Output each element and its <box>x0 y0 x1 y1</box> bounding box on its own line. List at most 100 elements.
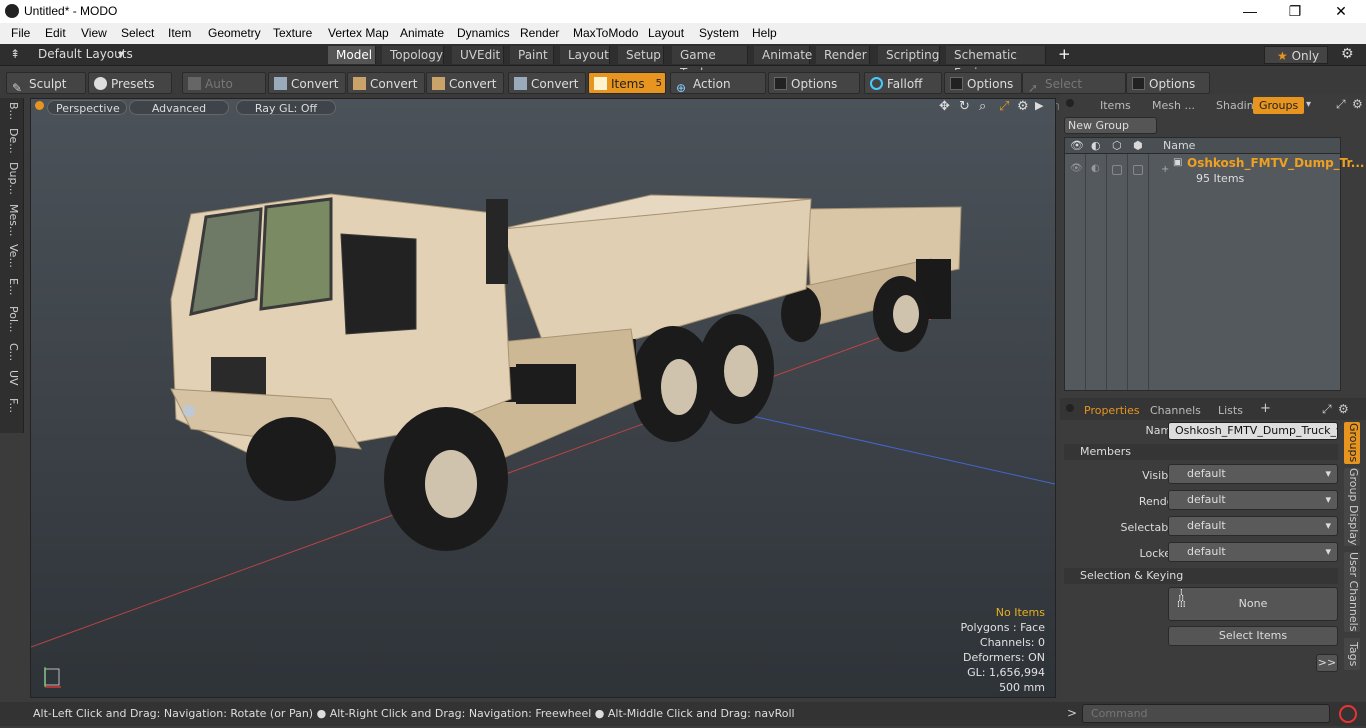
tab-layout[interactable]: Layout <box>560 46 610 64</box>
convert-button-1[interactable]: Convert <box>268 72 346 94</box>
convert-button-4[interactable]: Convert <box>508 72 586 94</box>
expand-icon[interactable]: ⤢ <box>1336 97 1346 112</box>
presets-button[interactable]: Presets F6 <box>88 72 172 113</box>
gear-icon[interactable]: ⚙ <box>1341 46 1354 62</box>
falloff-options-button[interactable]: Options <box>944 72 1022 94</box>
tab-paint[interactable]: Paint <box>510 46 554 64</box>
tab-schematic-fusion[interactable]: Schematic Fusion <box>946 46 1046 80</box>
expand-plus-icon[interactable]: + <box>1161 164 1169 175</box>
menu-help[interactable]: Help <box>752 26 777 40</box>
lock-icon[interactable]: ⬢ <box>1133 139 1143 152</box>
table-row[interactable]: 👁 ◐ + ▣ Oshkosh_FMTV_Dump_Tr... 95 Items <box>1065 155 1364 187</box>
selection-keying-section[interactable]: Selection & Keying <box>1064 568 1338 584</box>
tab-groups[interactable]: Groups <box>1253 97 1305 114</box>
side-tab-tags[interactable]: Tags <box>1344 638 1360 670</box>
action-center-button[interactable]: ⊕Action Center <box>670 72 766 113</box>
minimize-button[interactable]: — <box>1230 2 1270 20</box>
name-field[interactable]: Oshkosh_FMTV_Dump_Truck_wit <box>1168 422 1338 440</box>
none-button[interactable]: ⁞ ⁞⁞ ⁞⁞⁞ None <box>1168 587 1338 621</box>
gear-icon[interactable]: ⚙ <box>1338 402 1349 416</box>
3d-viewport[interactable]: Perspective Advanced Ray GL: Off ✥ ↻ ⌕ ⤢… <box>30 98 1056 698</box>
tab-model[interactable]: Model <box>328 46 376 64</box>
more-button[interactable]: >> <box>1316 654 1338 672</box>
falloff-button[interactable]: Falloff <box>864 72 942 94</box>
convert-button-2[interactable]: Convert <box>347 72 425 94</box>
left-tab-curve[interactable]: C... <box>4 343 20 361</box>
tab-channels[interactable]: Channels <box>1144 402 1207 419</box>
eye-icon[interactable]: 👁 <box>1070 163 1083 174</box>
tab-items[interactable]: Items <box>1094 97 1137 114</box>
select-icon[interactable]: ⬡ <box>1112 139 1122 152</box>
select-options-button[interactable]: Options <box>1126 72 1210 94</box>
auto-select-button[interactable]: Auto Select <box>182 72 266 113</box>
restore-button[interactable]: ❐ <box>1275 2 1315 20</box>
group-name[interactable]: Oshkosh_FMTV_Dump_Tr... <box>1187 156 1364 170</box>
menu-file[interactable]: File <box>11 26 30 40</box>
action-center-options-button[interactable]: Options <box>768 72 860 94</box>
selectable-dropdown[interactable]: default <box>1168 516 1338 536</box>
expand-icon[interactable]: ⤢ <box>1322 402 1332 417</box>
left-tab-uv[interactable]: UV <box>4 370 20 386</box>
left-tab-fusion[interactable]: F... <box>4 398 20 413</box>
panel-menu-icon[interactable] <box>1066 404 1074 412</box>
select-items-button[interactable]: Select Items <box>1168 626 1338 646</box>
gear-icon[interactable]: ⚙ <box>1352 97 1363 111</box>
tab-topology[interactable]: Topology <box>382 46 444 64</box>
sculpt-button[interactable]: ✎ Sculpt <box>6 72 86 95</box>
only-toggle[interactable]: ★ Only <box>1264 46 1328 64</box>
items-mode-button[interactable]: Items 5 <box>588 72 666 94</box>
visible-dropdown[interactable]: default <box>1168 464 1338 484</box>
layout-arrow-icon[interactable]: ⇞ <box>10 47 20 61</box>
menu-maxtomodo[interactable]: MaxToModo <box>573 26 638 40</box>
menu-animate[interactable]: Animate <box>400 26 444 40</box>
menu-texture[interactable]: Texture <box>273 26 312 40</box>
left-tab-edge[interactable]: E... <box>4 278 20 295</box>
panel-menu-icon[interactable] <box>1066 99 1074 107</box>
members-section[interactable]: Members <box>1064 444 1338 460</box>
menu-edit[interactable]: Edit <box>45 26 66 40</box>
add-layout-button[interactable]: + <box>1058 45 1071 63</box>
tab-mesh[interactable]: Mesh ... <box>1146 97 1201 114</box>
left-tab-duplicate[interactable]: Dup... <box>4 162 20 195</box>
command-input[interactable] <box>1082 704 1330 723</box>
tab-animate[interactable]: Animate <box>754 46 812 64</box>
menu-dynamics[interactable]: Dynamics <box>457 26 510 40</box>
menu-vertex-map[interactable]: Vertex Map <box>328 26 389 40</box>
menu-render[interactable]: Render <box>520 26 559 40</box>
tab-properties[interactable]: Properties <box>1078 402 1146 419</box>
render-dropdown[interactable]: default <box>1168 490 1338 510</box>
left-tab-vertex[interactable]: Ve... <box>4 244 20 268</box>
select-through-button[interactable]: ➚Select Through <box>1022 72 1126 113</box>
menu-select[interactable]: Select <box>121 26 154 40</box>
lock-toggle[interactable] <box>1133 165 1143 175</box>
record-icon[interactable] <box>1339 705 1357 723</box>
tab-scripting[interactable]: Scripting <box>878 46 940 64</box>
side-tab-groups[interactable]: Groups <box>1344 422 1360 464</box>
chevron-down-icon[interactable]: ▾ <box>1306 99 1311 110</box>
side-tab-group-display[interactable]: Group Display <box>1344 468 1360 546</box>
menu-item[interactable]: Item <box>168 26 191 40</box>
left-tab-mesh-edit[interactable]: Mes... <box>4 204 20 236</box>
convert-button-3[interactable]: Convert <box>426 72 504 94</box>
tab-setup[interactable]: Setup <box>618 46 664 64</box>
locked-dropdown[interactable]: default <box>1168 542 1338 562</box>
select-toggle[interactable] <box>1112 165 1122 175</box>
tab-render[interactable]: Render <box>816 46 870 64</box>
menu-layout[interactable]: Layout <box>648 26 684 40</box>
left-tab-basic[interactable]: B... <box>4 102 20 120</box>
tab-lists[interactable]: Lists <box>1212 402 1249 419</box>
side-tab-user-channels[interactable]: User Channels <box>1344 552 1360 632</box>
menu-system[interactable]: System <box>699 26 739 40</box>
render-icon[interactable]: ◐ <box>1091 163 1100 174</box>
menu-view[interactable]: View <box>81 26 107 40</box>
chevron-down-icon[interactable]: ▾ <box>118 47 124 61</box>
add-tab-button[interactable]: + <box>1260 401 1271 416</box>
left-tab-deform[interactable]: De... <box>4 128 20 154</box>
menu-geometry[interactable]: Geometry <box>208 26 261 40</box>
new-group-button[interactable]: New Group <box>1064 117 1157 134</box>
close-button[interactable]: ✕ <box>1321 2 1361 20</box>
eye-icon[interactable]: 👁 <box>1070 139 1084 152</box>
tab-game-tools[interactable]: Game Tools <box>672 46 748 80</box>
tab-uvedit[interactable]: UVEdit <box>452 46 504 64</box>
render-icon[interactable]: ◐ <box>1091 139 1101 152</box>
